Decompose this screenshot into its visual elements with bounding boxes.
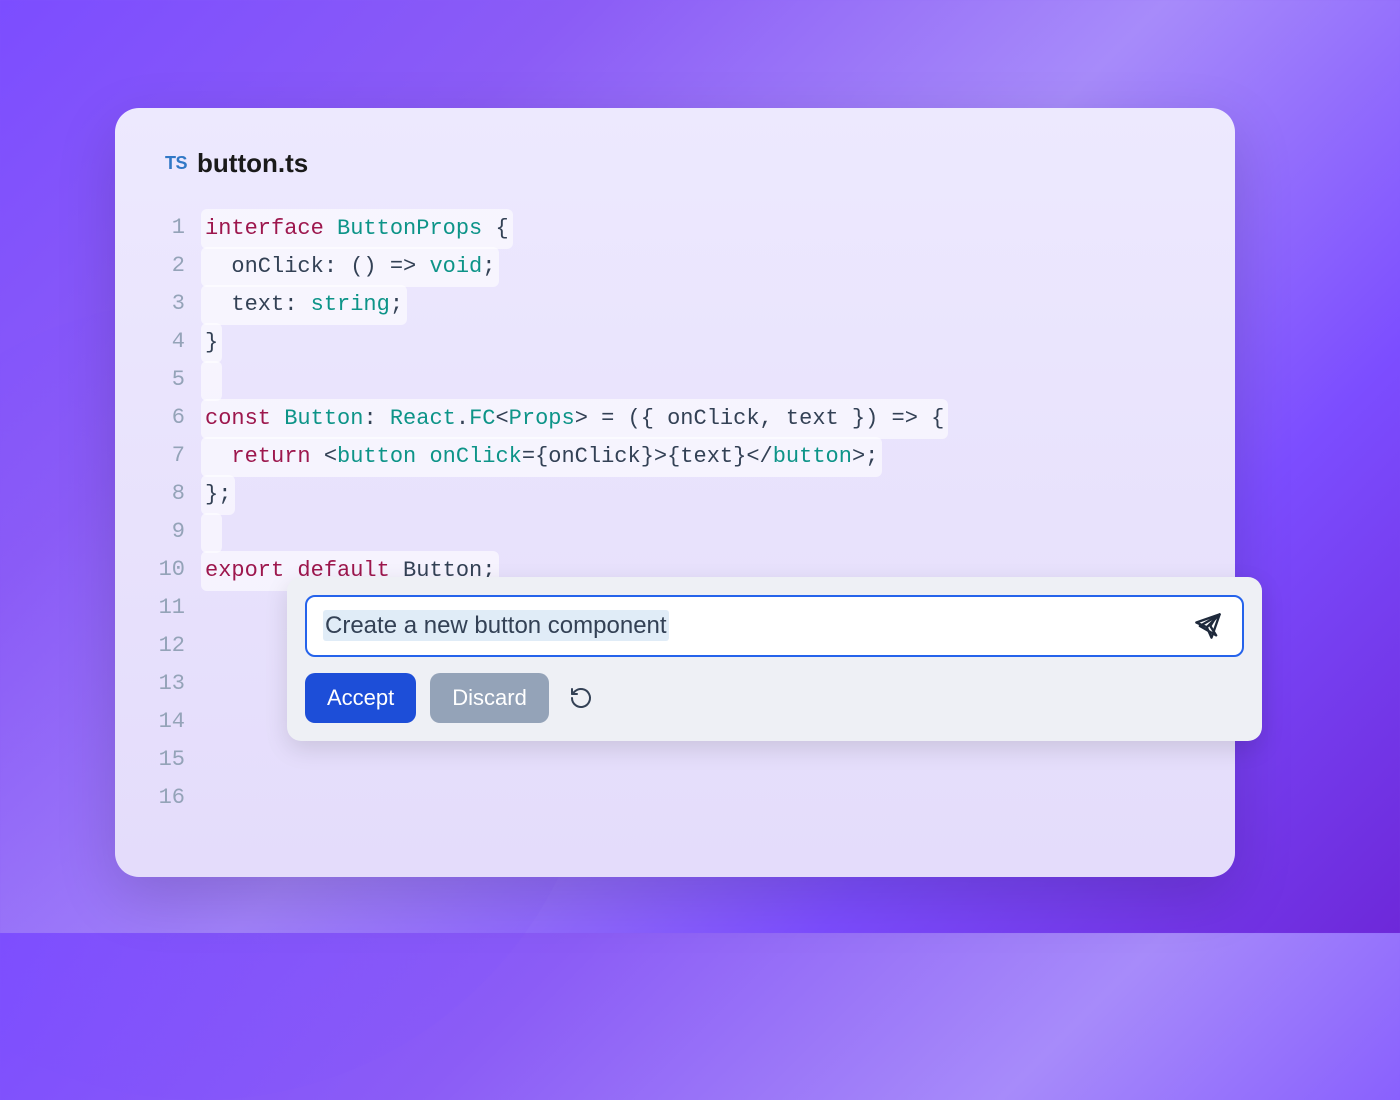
code-content[interactable]: interface ButtonProps { onClick: () => v… — [205, 209, 1235, 817]
editor-window: TS button.ts 1 2 3 4 5 6 7 8 9 10 11 12 … — [115, 108, 1235, 877]
line-number: 10 — [155, 551, 185, 589]
code-line: interface ButtonProps { — [205, 209, 1235, 247]
line-number: 15 — [155, 741, 185, 779]
code-line — [205, 361, 1235, 399]
tab-bar: TS button.ts — [115, 148, 1235, 209]
code-line: onClick: () => void; — [205, 247, 1235, 285]
accept-button[interactable]: Accept — [305, 673, 416, 723]
prompt-input[interactable]: Create a new button component — [323, 607, 1190, 645]
line-number: 8 — [155, 475, 185, 513]
ai-prompt-panel: Create a new button component Accept Dis… — [287, 577, 1262, 741]
send-button[interactable] — [1190, 608, 1226, 644]
refresh-button[interactable] — [563, 680, 599, 716]
code-line: } — [205, 323, 1235, 361]
code-line: return <button onClick={onClick}>{text}<… — [205, 437, 1235, 475]
refresh-icon — [569, 686, 593, 710]
line-number: 7 — [155, 437, 185, 475]
line-number: 4 — [155, 323, 185, 361]
line-number: 6 — [155, 399, 185, 437]
line-number: 11 — [155, 589, 185, 627]
line-number: 14 — [155, 703, 185, 741]
code-line — [205, 513, 1235, 551]
discard-button[interactable]: Discard — [430, 673, 549, 723]
line-number-gutter: 1 2 3 4 5 6 7 8 9 10 11 12 13 14 15 16 — [155, 209, 205, 817]
code-line: text: string; — [205, 285, 1235, 323]
typescript-icon: TS — [165, 153, 187, 174]
line-number: 9 — [155, 513, 185, 551]
line-number: 16 — [155, 779, 185, 817]
line-number: 3 — [155, 285, 185, 323]
prompt-input-wrap: Create a new button component — [305, 595, 1244, 657]
line-number: 12 — [155, 627, 185, 665]
prompt-actions: Accept Discard — [305, 673, 1244, 723]
code-line — [205, 779, 1235, 817]
send-icon — [1194, 612, 1222, 640]
code-line: }; — [205, 475, 1235, 513]
code-line — [205, 741, 1235, 779]
code-line: const Button: React.FC<Props> = ({ onCli… — [205, 399, 1235, 437]
line-number: 1 — [155, 209, 185, 247]
line-number: 13 — [155, 665, 185, 703]
line-number: 5 — [155, 361, 185, 399]
code-area: 1 2 3 4 5 6 7 8 9 10 11 12 13 14 15 16 i… — [115, 209, 1235, 817]
tab-filename[interactable]: button.ts — [197, 148, 308, 179]
line-number: 2 — [155, 247, 185, 285]
